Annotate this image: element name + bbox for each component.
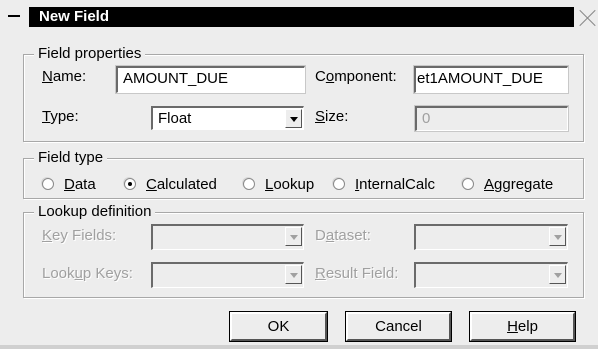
type-value: Float (158, 110, 192, 127)
chevron-down-icon (285, 227, 302, 246)
title-bar[interactable]: New Field (0, 0, 598, 31)
window-frame-bottom (0, 345, 598, 349)
type-dropdown[interactable]: Float (151, 106, 304, 130)
radio-aggregate-label: Aggregate (484, 176, 554, 193)
close-icon[interactable] (578, 8, 598, 28)
ok-button-label: OK (267, 318, 290, 335)
size-field: 0 (414, 105, 569, 132)
chevron-down-icon (549, 227, 566, 246)
chevron-down-icon (285, 265, 302, 284)
dataset-dropdown (414, 224, 568, 250)
radio-lookup-label: Lookup (265, 176, 315, 193)
radio-internalcalc-label: InternalCalc (355, 176, 436, 193)
window-title: New Field (29, 7, 574, 27)
radio-button[interactable] (243, 178, 255, 190)
ok-button[interactable]: OK (229, 311, 328, 342)
radio-button[interactable] (462, 178, 474, 190)
key-fields-label: Key Fields: (42, 227, 117, 244)
field-properties-legend: Field properties (34, 45, 146, 63)
lookup-definition-legend: Lookup definition (34, 203, 156, 221)
lookup-keys-dropdown (151, 262, 304, 288)
help-button[interactable]: Help (469, 311, 576, 342)
field-type-legend: Field type (34, 149, 108, 167)
radio-button[interactable] (333, 178, 345, 190)
dataset-label: Dataset: (315, 227, 371, 244)
component-label: Component: (315, 68, 397, 85)
help-button-label: Help (507, 318, 538, 335)
new-field-dialog: New Field Field properties Name: AMOUNT_… (0, 0, 598, 349)
chevron-down-icon[interactable] (285, 109, 302, 128)
system-menu-icon[interactable] (8, 15, 20, 17)
radio-calculated-label: Calculated (146, 176, 217, 193)
name-label: Name: (42, 68, 87, 85)
component-field[interactable]: et1AMOUNT_DUE (413, 65, 569, 94)
radio-button[interactable] (42, 178, 54, 190)
size-label: Size: (315, 108, 349, 125)
lookup-keys-label: Lookup Keys: (42, 265, 133, 282)
result-field-label: Result Field: (315, 265, 399, 282)
key-fields-dropdown (151, 224, 304, 250)
name-field[interactable]: AMOUNT_DUE (115, 65, 306, 94)
radio-data-label: Data (64, 176, 96, 193)
result-field-dropdown (414, 262, 568, 288)
cancel-button[interactable]: Cancel (345, 311, 452, 342)
cancel-button-label: Cancel (375, 318, 422, 335)
type-label: Type: (42, 108, 79, 125)
radio-button[interactable] (124, 178, 136, 190)
chevron-down-icon (549, 265, 566, 284)
